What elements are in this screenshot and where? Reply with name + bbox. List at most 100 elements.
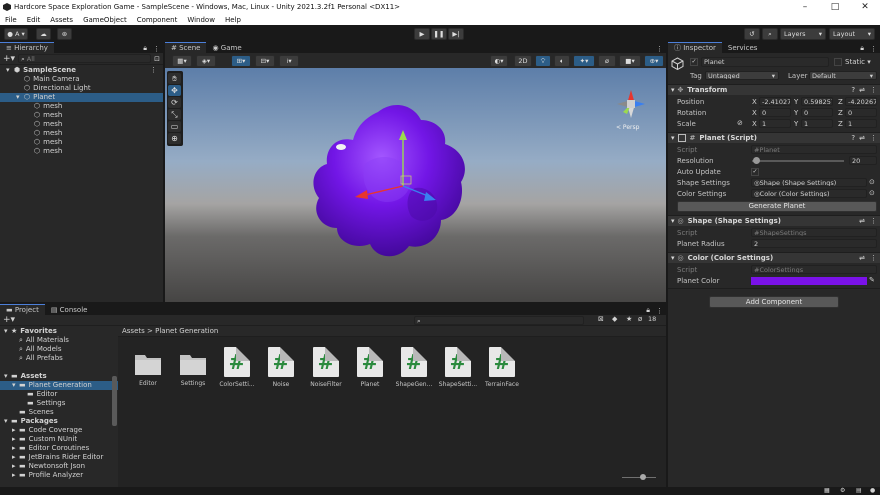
play-button[interactable]: ▶ — [414, 28, 430, 40]
filter-icon[interactable]: ⊡ — [154, 55, 160, 63]
tab-hierarchy[interactable]: ≡ Hierarchy — [0, 42, 54, 53]
menu-item-help[interactable]: Help — [220, 16, 246, 24]
search-by-type-icon[interactable]: ⊠ — [598, 315, 604, 323]
more-options-icon[interactable]: ⋮ — [867, 45, 880, 53]
maximize-button[interactable]: □ — [820, 2, 850, 12]
scale-y-field[interactable]: 1 — [801, 119, 833, 128]
scale-z-field[interactable]: 1 — [845, 119, 877, 128]
static-checkbox[interactable] — [834, 58, 842, 66]
foldout-arrow-icon[interactable]: ▸ — [12, 462, 19, 471]
layers-dropdown[interactable]: Layers ▾ — [780, 28, 826, 40]
help-icon[interactable]: ? — [849, 86, 857, 94]
tab-project[interactable]: ▬ Project — [0, 304, 45, 315]
lock-icon[interactable]: 🔒︎ — [140, 44, 150, 53]
camera-dropdown[interactable]: ■▾ — [619, 55, 641, 67]
more-options-icon[interactable]: ⋮ — [653, 307, 666, 315]
snap-increment-button[interactable]: ⊟▾ — [255, 55, 275, 67]
minimize-button[interactable]: – — [790, 2, 820, 12]
add-component-button[interactable]: Add Component — [709, 296, 839, 308]
rect-tool-icon[interactable]: ▭ — [168, 121, 181, 132]
breadcrumb-root[interactable]: Assets — [122, 327, 145, 335]
object-name-field[interactable]: Planet — [701, 57, 829, 67]
transform-tool-icon[interactable]: ⊕ — [168, 133, 181, 144]
project-tree-item[interactable]: ▾ ★ Favorites — [0, 327, 118, 336]
hierarchy-item[interactable]: ⬡ mesh — [0, 120, 163, 129]
project-tree-item[interactable]: ▸ ▬ Newtonsoft Json — [0, 462, 118, 471]
shape-settings-field[interactable]: ◎Shape (Shape Settings) — [751, 178, 867, 187]
preset-icon[interactable]: ⇌ — [857, 134, 867, 142]
favorite-icon[interactable]: ★ — [626, 315, 632, 323]
planet-script-header[interactable]: ▾ # Planet (Script) ? ⇌ ⋮ — [668, 132, 880, 143]
shape-settings-header[interactable]: ▾ ◎ Shape (Shape Settings) ⇌ ⋮ — [668, 215, 880, 226]
foldout-arrow-icon[interactable]: ▸ — [12, 444, 19, 453]
auto-update-checkbox[interactable]: ✓ — [751, 168, 759, 176]
close-button[interactable]: ✕ — [850, 2, 880, 12]
project-tree-item[interactable]: ⌕ All Materials — [0, 336, 118, 345]
planet-mesh[interactable] — [313, 105, 465, 257]
asset-script[interactable]: # Planet — [350, 347, 390, 388]
enabled-checkbox[interactable] — [677, 134, 686, 142]
project-tree-item[interactable]: ▸ ▬ Profile Analyzer — [0, 471, 118, 480]
preset-icon[interactable]: ⇌ — [857, 86, 867, 94]
hierarchy-item[interactable]: ⬡ mesh — [0, 147, 163, 156]
position-z-field[interactable]: -4.20267 — [845, 97, 877, 106]
lock-icon[interactable]: 🔒︎ — [643, 306, 653, 315]
asset-script[interactable]: # ShapeSetti... — [438, 347, 478, 388]
hand-tool-icon[interactable]: ✋︎ — [168, 73, 181, 84]
scale-x-field[interactable]: 1 — [759, 119, 791, 128]
hierarchy-item[interactable]: ⬡ Main Camera — [0, 75, 163, 84]
asset-folder[interactable]: Editor — [128, 347, 168, 387]
foldout-arrow-icon[interactable]: ▾ — [4, 327, 11, 336]
foldout-arrow-icon[interactable]: ▾ — [16, 93, 24, 102]
pause-button[interactable]: ❚❚ — [431, 28, 447, 40]
color-settings-field[interactable]: ◎Color (Color Settings) — [751, 189, 867, 198]
foldout-arrow-icon[interactable]: ▸ — [12, 435, 19, 444]
more-options-icon[interactable]: ⋮ — [150, 66, 157, 75]
position-y-field[interactable]: 0.598257 — [801, 97, 833, 106]
cloud-button[interactable]: ☁ — [36, 28, 51, 40]
add-object-button[interactable]: +▾ — [3, 54, 15, 64]
more-options-icon[interactable]: ⋮ — [867, 254, 880, 262]
directional-light-icon[interactable] — [336, 144, 346, 150]
menu-item-assets[interactable]: Assets — [45, 16, 78, 24]
more-options-icon[interactable]: ⋮ — [150, 45, 163, 53]
menu-item-window[interactable]: Window — [182, 16, 220, 24]
foldout-arrow-icon[interactable]: ▾ — [6, 66, 14, 75]
hierarchy-item[interactable]: ⬡ Directional Light — [0, 84, 163, 93]
tab-game[interactable]: ◉ Game — [206, 42, 247, 53]
tab-services[interactable]: Services — [722, 42, 764, 53]
eyedropper-icon[interactable]: ✎ — [869, 276, 875, 284]
tag-dropdown[interactable]: Untagged ▾ — [705, 71, 779, 80]
preset-icon[interactable]: ⇌ — [857, 254, 867, 262]
scene-viewport[interactable]: < Persp ✋︎ ✥ ⟳ ⤡ ▭ ⊕ — [165, 68, 666, 302]
history-button[interactable]: ↺ — [744, 28, 760, 40]
hierarchy-item[interactable]: ⬡ mesh — [0, 102, 163, 111]
hidden-packages-icon[interactable]: ø — [638, 315, 642, 323]
foldout-arrow-icon[interactable]: ▾ — [4, 372, 11, 381]
planet-radius-field[interactable]: 2 — [751, 239, 877, 248]
hierarchy-item[interactable]: ▾ ⬡ Planet — [0, 93, 163, 102]
color-settings-header[interactable]: ▾ ◎ Color (Color Settings) ⇌ ⋮ — [668, 252, 880, 263]
effects-dropdown[interactable]: ✦▾ — [573, 55, 595, 67]
hierarchy-item[interactable]: ⬡ mesh — [0, 111, 163, 120]
project-tree-item[interactable]: ▬ Editor — [0, 390, 118, 399]
orientation-gizmo[interactable] — [617, 90, 645, 118]
scale-tool-icon[interactable]: ⤡ — [168, 109, 181, 120]
asset-script[interactable]: # NoiseFilter — [306, 347, 346, 388]
foldout-arrow-icon[interactable]: ▸ — [12, 453, 19, 462]
collab-button[interactable]: ⊛ — [57, 28, 72, 40]
project-tree-item[interactable]: ▾ ▬ Packages — [0, 417, 118, 426]
asset-folder[interactable]: Settings — [173, 347, 213, 387]
project-tree-item[interactable]: ▾ ▬ Planet Generation — [0, 381, 118, 390]
foldout-arrow-icon[interactable]: ▾ — [4, 417, 11, 426]
hierarchy-item[interactable]: ⬡ mesh — [0, 138, 163, 147]
foldout-arrow-icon[interactable]: ▸ — [12, 471, 19, 480]
project-tree-item[interactable]: ⌕ All Prefabs — [0, 354, 118, 363]
generate-planet-button[interactable]: Generate Planet — [677, 201, 877, 212]
more-options-icon[interactable]: ⋮ — [867, 217, 880, 225]
tab-inspector[interactable]: ⓘ Inspector — [668, 42, 722, 53]
lighting-toggle[interactable]: 💡︎ — [535, 55, 551, 67]
cache-icon[interactable]: ▤ — [856, 487, 862, 494]
project-tree-item[interactable]: ▸ ▬ Editor Coroutines — [0, 444, 118, 453]
project-tree-item[interactable]: ▸ ▬ Code Coverage — [0, 426, 118, 435]
